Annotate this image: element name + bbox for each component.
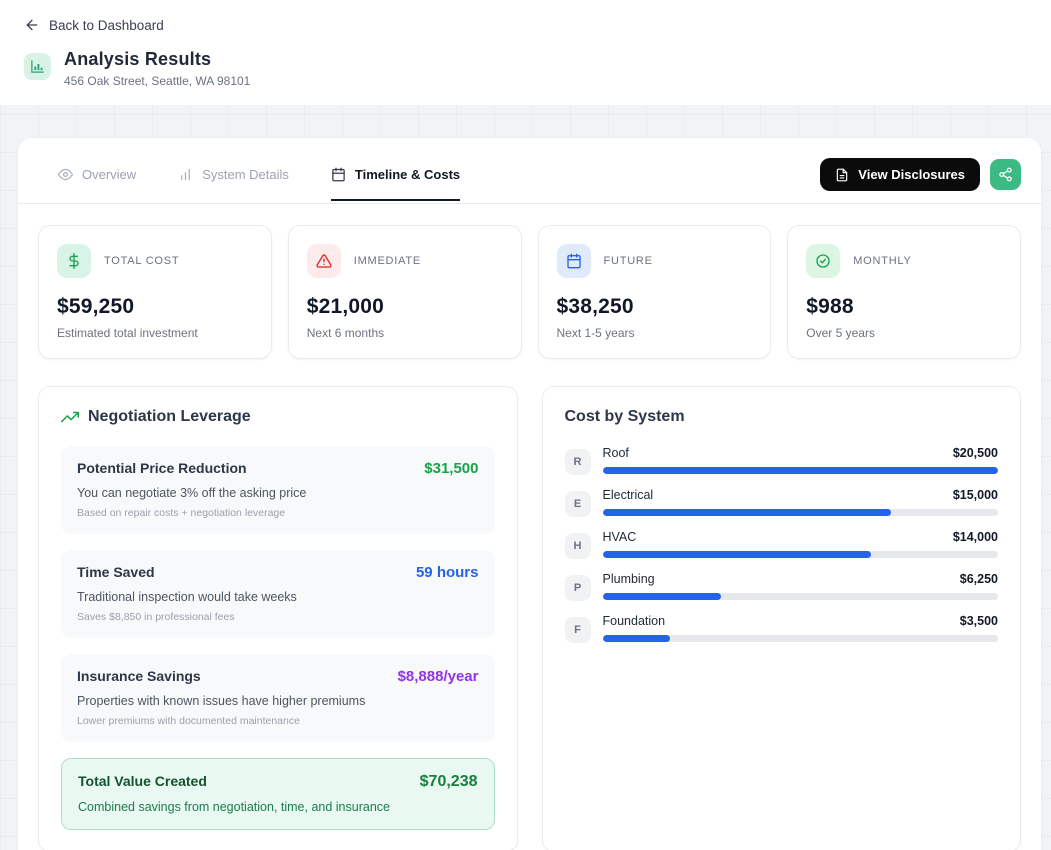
stat-label: IMMEDIATE (354, 255, 421, 267)
cost-row-plumbing: P Plumbing $6,250 (565, 572, 999, 601)
negotiation-leverage-panel: Negotiation Leverage Potential Price Red… (38, 386, 518, 850)
stat-card-monthly: MONTHLY $988 Over 5 years (787, 225, 1021, 359)
cost-bar-fill (603, 551, 872, 558)
lever-item-time-saved: Time Saved 59 hours Traditional inspecti… (61, 550, 495, 638)
lever-desc: You can negotiate 3% off the asking pric… (77, 486, 479, 500)
stat-value: $21,000 (307, 295, 503, 319)
tab-timeline-costs[interactable]: Timeline & Costs (331, 161, 460, 201)
panel-title: Cost by System (565, 408, 685, 426)
tab-system-details[interactable]: System Details (178, 161, 289, 201)
cost-row-hvac: H HVAC $14,000 (565, 530, 999, 559)
system-value: $6,250 (960, 572, 998, 586)
lever-value: 59 hours (416, 564, 479, 581)
analysis-results-card: Overview System Details Timeline & Costs (18, 138, 1041, 850)
analysis-chart-icon (24, 53, 51, 80)
document-icon (835, 168, 849, 182)
tab-bar: Overview System Details Timeline & Costs (18, 138, 1041, 204)
stat-label: MONTHLY (853, 255, 911, 267)
lever-note: Based on repair costs + negotiation leve… (77, 507, 479, 519)
cost-bar-track (603, 551, 999, 558)
system-value: $20,500 (953, 446, 998, 460)
dollar-icon (57, 244, 91, 278)
view-disclosures-label: View Disclosures (858, 167, 965, 182)
cost-bar-fill (603, 635, 670, 642)
stat-sub: Next 1-5 years (557, 326, 753, 340)
lever-desc: Properties with known issues have higher… (77, 694, 479, 708)
page-title: Analysis Results (64, 49, 250, 70)
trending-up-icon (61, 408, 79, 426)
system-label: HVAC (603, 530, 637, 544)
bar-chart-icon (178, 167, 193, 182)
view-disclosures-button[interactable]: View Disclosures (820, 158, 980, 191)
cost-row-electrical: E Electrical $15,000 (565, 488, 999, 517)
lever-value: $8,888/year (398, 668, 479, 685)
stat-value: $59,250 (57, 295, 253, 319)
cost-bar-fill (603, 467, 999, 474)
total-value: $70,238 (420, 773, 478, 791)
tab-label: Overview (82, 167, 136, 182)
share-button[interactable] (990, 159, 1021, 190)
stat-sub: Estimated total investment (57, 326, 253, 340)
back-to-dashboard-link[interactable]: Back to Dashboard (24, 17, 164, 33)
check-circle-icon (806, 244, 840, 278)
lever-desc: Traditional inspection would take weeks (77, 590, 479, 604)
lever-title: Potential Price Reduction (77, 460, 247, 476)
system-badge: E (565, 491, 591, 517)
cost-bar-track (603, 635, 999, 642)
arrow-left-icon (24, 17, 40, 33)
lever-title: Time Saved (77, 564, 155, 580)
cost-row-foundation: F Foundation $3,500 (565, 614, 999, 643)
cost-by-system-panel: Cost by System R Roof $20,500 (542, 386, 1022, 850)
system-value: $14,000 (953, 530, 998, 544)
lever-note: Saves $8,850 in professional fees (77, 611, 479, 623)
system-value: $3,500 (960, 614, 998, 628)
summary-cards: TOTAL COST $59,250 Estimated total inves… (38, 225, 1021, 359)
system-badge: H (565, 533, 591, 559)
alert-triangle-icon (307, 244, 341, 278)
system-badge: R (565, 449, 591, 475)
system-label: Foundation (603, 614, 666, 628)
stat-sub: Next 6 months (307, 326, 503, 340)
stat-value: $988 (806, 295, 1002, 319)
tab-label: System Details (202, 167, 289, 182)
cost-row-roof: R Roof $20,500 (565, 446, 999, 475)
stat-card-future: FUTURE $38,250 Next 1-5 years (538, 225, 772, 359)
panel-title: Negotiation Leverage (88, 408, 251, 426)
system-badge: P (565, 575, 591, 601)
system-label: Plumbing (603, 572, 655, 586)
lever-value: $31,500 (424, 460, 478, 477)
total-desc: Combined savings from negotiation, time,… (78, 800, 478, 814)
stat-label: FUTURE (604, 255, 653, 267)
stat-label: TOTAL COST (104, 255, 179, 267)
cost-bar-track (603, 593, 999, 600)
property-address: 456 Oak Street, Seattle, WA 98101 (64, 74, 250, 88)
stat-value: $38,250 (557, 295, 753, 319)
eye-icon (58, 167, 73, 182)
top-header: Back to Dashboard Analysis Results 456 O… (0, 0, 1051, 105)
lever-title: Insurance Savings (77, 668, 201, 684)
stat-card-immediate: IMMEDIATE $21,000 Next 6 months (288, 225, 522, 359)
back-label: Back to Dashboard (49, 18, 164, 33)
tab-label: Timeline & Costs (355, 167, 460, 182)
total-title: Total Value Created (78, 773, 207, 789)
cost-bar-track (603, 509, 999, 516)
system-label: Electrical (603, 488, 654, 502)
stat-sub: Over 5 years (806, 326, 1002, 340)
system-badge: F (565, 617, 591, 643)
system-label: Roof (603, 446, 629, 460)
share-icon (998, 167, 1013, 182)
system-value: $15,000 (953, 488, 998, 502)
tab-overview[interactable]: Overview (58, 161, 136, 201)
cost-bar-track (603, 467, 999, 474)
total-value-created-box: Total Value Created $70,238 Combined sav… (61, 758, 495, 830)
calendar-icon (331, 167, 346, 182)
lever-item-price-reduction: Potential Price Reduction $31,500 You ca… (61, 446, 495, 534)
lever-note: Lower premiums with documented maintenan… (77, 715, 479, 727)
calendar-icon (557, 244, 591, 278)
stat-card-total-cost: TOTAL COST $59,250 Estimated total inves… (38, 225, 272, 359)
cost-bar-fill (603, 593, 722, 600)
cost-bar-fill (603, 509, 892, 516)
lever-item-insurance-savings: Insurance Savings $8,888/year Properties… (61, 654, 495, 742)
